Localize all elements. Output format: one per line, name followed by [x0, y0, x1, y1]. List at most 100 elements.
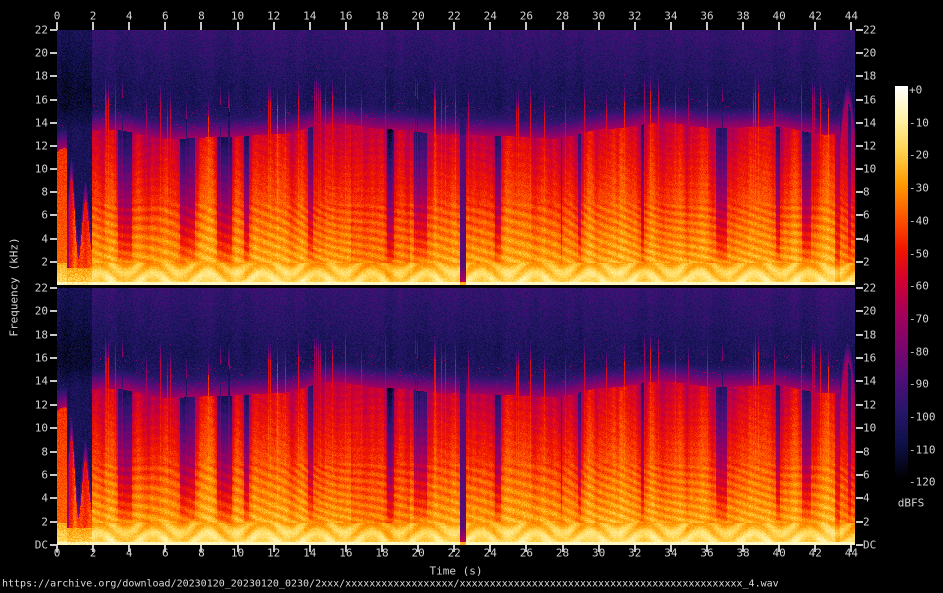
colorbar-tick-label: -40 [909, 215, 929, 226]
x-tick-label: 12 [267, 11, 280, 22]
y-tick-label: 10 [863, 164, 876, 175]
y-tick-label: 12 [863, 400, 876, 411]
colorbar-tick-label: -80 [909, 346, 929, 357]
x-tick-label: 26 [520, 548, 533, 559]
x-tick-label: 28 [556, 11, 569, 22]
y-tick-label: 8 [41, 447, 48, 458]
y-tick-label: 2 [863, 517, 870, 528]
x-tick-label: 32 [628, 11, 641, 22]
x-tick-label: 2 [90, 548, 97, 559]
axis-ticks-layer [0, 0, 943, 593]
x-tick-label: 40 [773, 548, 786, 559]
y-tick-label: 6 [863, 210, 870, 221]
colorbar-tick-label: +0 [909, 85, 922, 96]
y-tick-label: 2 [863, 257, 870, 268]
x-tick-label: 16 [339, 548, 352, 559]
y-tick-label: 18 [863, 330, 876, 341]
y-tick-label: 16 [863, 353, 876, 364]
x-tick-label: 32 [628, 548, 641, 559]
x-tick-label: 34 [664, 11, 677, 22]
y-tick-label: 16 [35, 95, 48, 106]
colorbar-tick-label: -20 [909, 150, 929, 161]
x-tick-label: 0 [54, 11, 61, 22]
y-tick-label: 22 [863, 25, 876, 36]
y-tick-label: 14 [863, 376, 876, 387]
x-tick-label: 6 [162, 11, 169, 22]
x-tick-label: 36 [700, 11, 713, 22]
x-tick-label: 22 [448, 548, 461, 559]
y-tick-label: DC [863, 540, 876, 551]
source-url: https://archive.org/download/20230120_20… [2, 579, 779, 590]
y-tick-label: 22 [863, 283, 876, 294]
x-tick-label: 16 [339, 11, 352, 22]
y-tick-label: 4 [863, 234, 870, 245]
y-tick-label: 4 [41, 493, 48, 504]
y-tick-label: 8 [41, 187, 48, 198]
colorbar-tick-label: -120 [909, 477, 936, 488]
y-tick-label: 20 [35, 306, 48, 317]
y-tick-label: 2 [41, 517, 48, 528]
x-tick-label: 44 [845, 548, 858, 559]
y-tick-label: 18 [35, 330, 48, 341]
colorbar-tick-label: -30 [909, 183, 929, 194]
x-tick-label: 40 [773, 11, 786, 22]
y-tick-label: 14 [35, 118, 48, 129]
y-tick-label: 22 [35, 283, 48, 294]
y-tick-label: 16 [863, 95, 876, 106]
x-tick-label: 24 [484, 548, 497, 559]
x-tick-label: 4 [126, 548, 133, 559]
x-tick-label: 2 [90, 11, 97, 22]
colorbar-tick-label: -110 [909, 444, 936, 455]
x-tick-label: 34 [664, 548, 677, 559]
colorbar-tick-label: -70 [909, 313, 929, 324]
colorbar-tick-label: -60 [909, 281, 929, 292]
spectrogram-figure: 0246810121416182022242628303234363840424… [0, 0, 943, 593]
x-tick-label: 20 [411, 548, 424, 559]
colorbar-unit-label: dBFS [898, 497, 925, 510]
x-tick-label: 18 [375, 11, 388, 22]
x-tick-label: 18 [375, 548, 388, 559]
x-tick-label: 24 [484, 11, 497, 22]
x-tick-label: 44 [845, 11, 858, 22]
y-tick-label: 20 [35, 48, 48, 59]
y-tick-label: 4 [863, 493, 870, 504]
y-tick-label: 20 [863, 48, 876, 59]
x-tick-label: 14 [303, 11, 316, 22]
x-tick-label: 30 [592, 548, 605, 559]
x-tick-label: 8 [198, 11, 205, 22]
x-tick-label: 12 [267, 548, 280, 559]
y-tick-label: 8 [863, 447, 870, 458]
y-tick-label: 14 [863, 118, 876, 129]
x-tick-label: 22 [448, 11, 461, 22]
x-tick-label: 4 [126, 11, 133, 22]
x-tick-label: 42 [809, 548, 822, 559]
x-tick-label: 0 [54, 548, 61, 559]
x-tick-label: 38 [736, 11, 749, 22]
x-tick-label: 10 [231, 548, 244, 559]
y-tick-label: 10 [35, 423, 48, 434]
x-tick-label: 26 [520, 11, 533, 22]
time-axis-title: Time (s) [430, 565, 483, 578]
y-tick-label: 6 [863, 470, 870, 481]
y-tick-label: 4 [41, 234, 48, 245]
y-tick-label: 16 [35, 353, 48, 364]
x-tick-label: 8 [198, 548, 205, 559]
frequency-axis-title: Frequency (kHz) [8, 237, 21, 336]
x-tick-label: 28 [556, 548, 569, 559]
x-tick-label: 42 [809, 11, 822, 22]
y-tick-label: 18 [863, 71, 876, 82]
x-tick-label: 6 [162, 548, 169, 559]
y-tick-label: 18 [35, 71, 48, 82]
x-tick-label: 20 [411, 11, 424, 22]
y-tick-label: 10 [35, 164, 48, 175]
y-tick-label: 6 [41, 470, 48, 481]
x-tick-label: 14 [303, 548, 316, 559]
y-tick-label: 12 [35, 141, 48, 152]
x-tick-label: 38 [736, 548, 749, 559]
y-tick-label: 12 [863, 141, 876, 152]
colorbar-tick-label: -90 [909, 379, 929, 390]
colorbar-tick-label: -100 [909, 412, 936, 423]
y-tick-label: 12 [35, 400, 48, 411]
y-tick-label: DC [35, 540, 48, 551]
x-tick-label: 36 [700, 548, 713, 559]
